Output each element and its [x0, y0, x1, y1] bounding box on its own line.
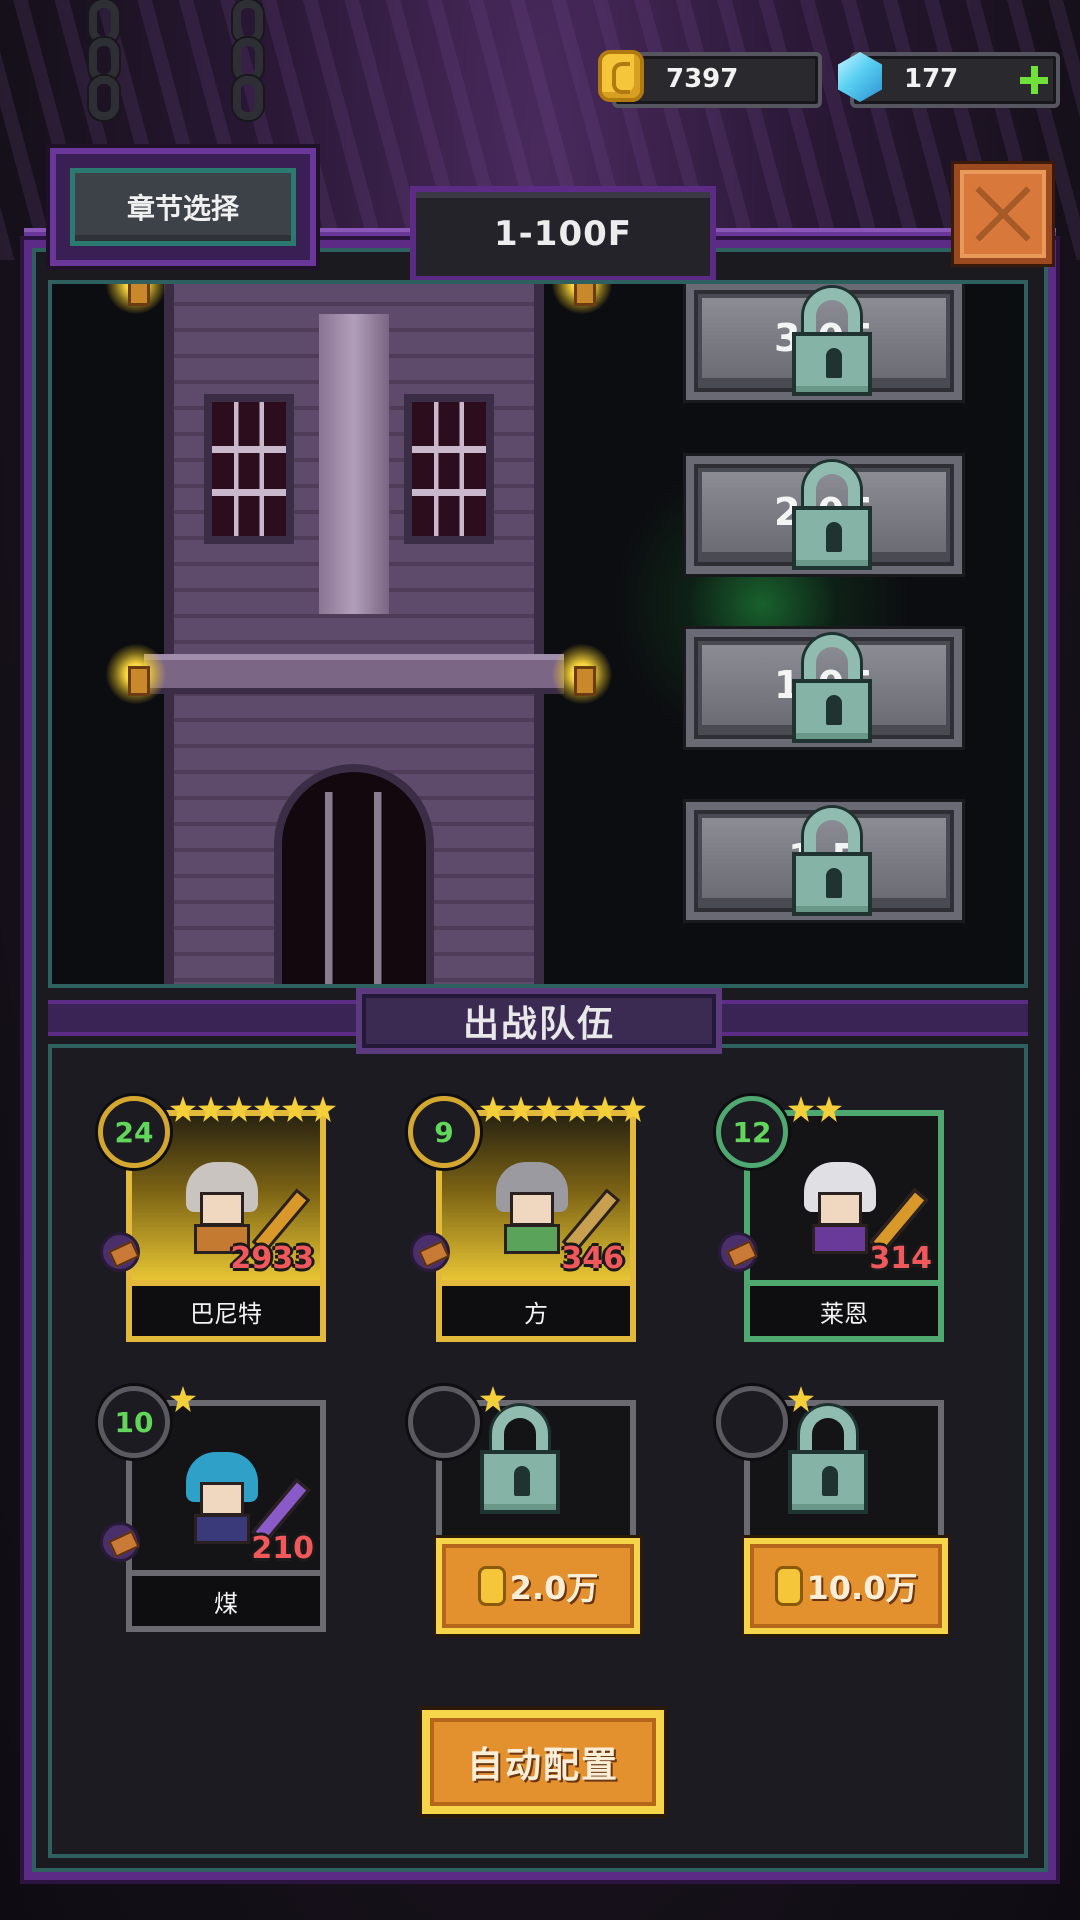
floor-button-3[interactable]: 1 0F — [686, 629, 962, 747]
star-icon — [226, 1096, 252, 1122]
equipment-icon — [100, 1522, 140, 1562]
torch-icon — [106, 284, 166, 314]
star-rating — [788, 1096, 842, 1122]
torch-icon — [106, 644, 166, 704]
unlock-slot-button[interactable]: 2.0万 — [436, 1538, 640, 1634]
star-icon — [480, 1386, 506, 1412]
chain-left — [84, 0, 124, 140]
star-icon — [536, 1096, 562, 1122]
hero-name: 煤 — [126, 1576, 326, 1632]
equipment-icon — [100, 1232, 140, 1272]
locked-team-slot: 2.0万 — [408, 1386, 640, 1634]
chapter-select-label: 章节选择 — [70, 168, 296, 246]
gold-coin-icon — [774, 1566, 803, 1606]
gold-coin-icon — [598, 50, 644, 102]
star-icon — [816, 1096, 842, 1122]
hero-name: 巴尼特 — [126, 1286, 326, 1342]
unlock-price: 2.0万 — [509, 1569, 599, 1607]
equipment-icon — [410, 1232, 450, 1272]
floor-button-2[interactable]: 2 0F — [686, 456, 962, 574]
gold-coin-icon — [477, 1566, 506, 1606]
team-member-card[interactable]: 210 煤 10 — [98, 1386, 328, 1632]
star-icon — [620, 1096, 646, 1122]
lock-icon — [788, 1406, 868, 1518]
hero-level: 24 — [98, 1096, 170, 1168]
star-icon — [282, 1096, 308, 1122]
hero-name: 莱恩 — [744, 1286, 944, 1342]
hero-level: 10 — [98, 1386, 170, 1458]
star-rating — [170, 1096, 336, 1122]
lock-icon — [792, 808, 872, 920]
floor-range-title: 1-100F — [410, 186, 716, 282]
star-rating — [170, 1386, 196, 1412]
equipment-icon — [718, 1232, 758, 1272]
torch-icon — [552, 644, 612, 704]
team-member-card[interactable]: 314 莱恩 12 — [716, 1096, 946, 1342]
tower-window-right — [404, 394, 494, 544]
empty-level-badge — [408, 1386, 480, 1458]
star-icon — [564, 1096, 590, 1122]
unlock-slot-button[interactable]: 10.0万 — [744, 1538, 948, 1634]
star-icon — [788, 1386, 814, 1412]
star-icon — [254, 1096, 280, 1122]
star-rating — [788, 1386, 814, 1412]
chain-right — [228, 0, 268, 140]
close-x-icon[interactable] — [954, 164, 1052, 264]
floor-button-1[interactable]: 3 0F — [686, 284, 962, 400]
star-rating — [480, 1386, 506, 1412]
auto-config-button[interactable]: 自动配置 — [422, 1710, 664, 1814]
lock-icon — [480, 1406, 560, 1518]
star-icon — [198, 1096, 224, 1122]
star-icon — [170, 1386, 196, 1412]
coin-value: 7397 — [666, 64, 739, 94]
hero-level: 9 — [408, 1096, 480, 1168]
tower-image — [144, 284, 564, 984]
team-title: 出战队伍 — [356, 988, 722, 1054]
star-icon — [310, 1096, 336, 1122]
chapter-select-button[interactable]: 章节选择 — [50, 148, 316, 266]
star-icon — [788, 1096, 814, 1122]
locked-team-slot: 10.0万 — [716, 1386, 948, 1634]
gem-value: 177 — [904, 64, 959, 94]
plus-icon[interactable] — [1020, 66, 1048, 94]
unlock-price: 10.0万 — [806, 1569, 918, 1607]
star-icon — [508, 1096, 534, 1122]
floor-button-4[interactable]: 1 F — [686, 802, 962, 920]
empty-level-badge — [716, 1386, 788, 1458]
lock-icon — [792, 288, 872, 400]
tower-window-left — [204, 394, 294, 544]
star-icon — [170, 1096, 196, 1122]
team-member-card[interactable]: 346 方 9 — [408, 1096, 646, 1342]
lock-icon — [792, 635, 872, 747]
team-member-card[interactable]: 2933 巴尼特 24 — [98, 1096, 336, 1342]
hero-name: 方 — [436, 1286, 636, 1342]
star-icon — [592, 1096, 618, 1122]
hero-level: 12 — [716, 1096, 788, 1168]
lock-icon — [792, 462, 872, 574]
torch-icon — [552, 284, 612, 314]
star-rating — [480, 1096, 646, 1122]
hero-power: 314 — [869, 1241, 932, 1276]
hero-power: 346 — [561, 1241, 624, 1276]
tower-scene: 3 0F 2 0F 1 0F 1 F — [48, 280, 1028, 988]
star-icon — [480, 1096, 506, 1122]
hero-power: 210 — [251, 1531, 314, 1566]
tower-arch-door — [274, 764, 434, 984]
hero-power: 2933 — [230, 1241, 315, 1276]
